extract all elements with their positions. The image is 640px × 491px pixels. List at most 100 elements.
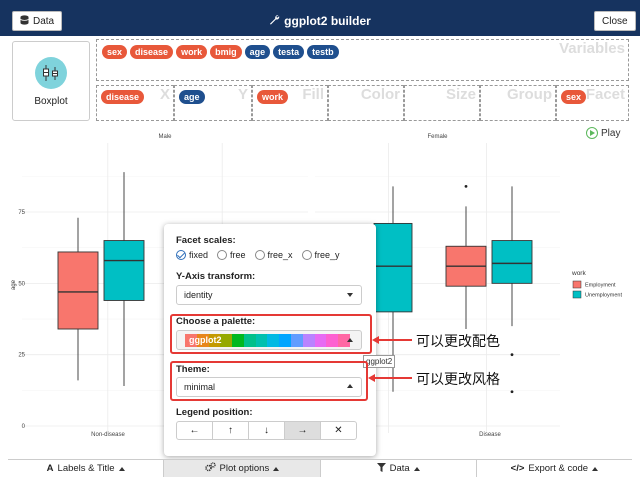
variables-dropzone[interactable]: Variables sex disease work bmig age test…: [96, 39, 629, 81]
legend-title: work: [571, 270, 586, 277]
y-transform-select[interactable]: identity: [176, 285, 362, 305]
tab-export-code-label: Export & code: [528, 463, 589, 474]
theme-highlight-box: [170, 361, 368, 401]
radio-free-y[interactable]: free_y: [301, 250, 340, 260]
facet-chip-sex[interactable]: sex: [561, 90, 587, 104]
variable-chip-bmig[interactable]: bmig: [210, 45, 242, 59]
variable-chips: sex disease work bmig age testa testb: [102, 45, 339, 59]
fill-chip-work[interactable]: work: [257, 90, 289, 104]
radio-free-x[interactable]: free_x: [254, 250, 293, 260]
app-title-text: ggplot2 builder: [284, 14, 371, 28]
box-iqr: [103, 240, 145, 301]
tab-data[interactable]: Data: [320, 460, 477, 477]
box-4: [445, 184, 487, 329]
caret-up-icon: [592, 466, 599, 471]
boxplot-icon: [35, 57, 67, 89]
theme-note: 可以更改风格: [416, 372, 500, 388]
outlier-point: [464, 184, 468, 188]
caret-up-icon: [118, 466, 125, 471]
radio-free[interactable]: free: [217, 250, 246, 260]
legend-top-button[interactable]: ↑: [212, 421, 249, 440]
bottom-tabs: A Labels & Title Plot options Data </> E…: [8, 459, 632, 477]
annotation-arrows: [368, 336, 412, 382]
variable-chip-work[interactable]: work: [176, 45, 208, 59]
x-tick-label: Disease: [479, 432, 501, 438]
group-dropzone[interactable]: Group: [480, 85, 556, 121]
variable-chip-disease[interactable]: disease: [130, 45, 174, 59]
tab-data-label: Data: [389, 463, 410, 474]
legend-right-button[interactable]: →: [284, 421, 321, 440]
facet-label-male: Male: [158, 134, 172, 140]
x-chip-disease[interactable]: disease: [101, 90, 145, 104]
x-tick-label: Non-disease: [91, 432, 125, 438]
fill-label: Fill: [302, 86, 324, 103]
size-label: Size: [445, 86, 476, 103]
variable-chip-sex[interactable]: sex: [102, 45, 128, 59]
font-icon: A: [46, 463, 54, 474]
gears-icon: [204, 462, 216, 475]
facet-label-female: Female: [427, 134, 448, 140]
radio-fixed[interactable]: fixed: [176, 250, 208, 260]
legend-left-button[interactable]: ←: [176, 421, 213, 440]
tab-labels-title[interactable]: A Labels & Title: [8, 460, 165, 477]
y-label: Y: [237, 86, 248, 103]
box-iqr: [491, 240, 533, 284]
caret-down-icon: [347, 293, 353, 297]
size-dropzone[interactable]: Size: [404, 85, 480, 121]
radio-dot: [217, 250, 228, 260]
app-header: Data ggplot2 builder Close: [0, 0, 640, 36]
y-dropzone[interactable]: Y age: [174, 85, 252, 121]
tab-plot-options[interactable]: Plot options: [164, 460, 321, 477]
y-transform-value: identity: [184, 290, 213, 300]
facet-scales-radios: fixed free free_x free_y: [176, 250, 340, 260]
palette-note: 可以更改配色: [416, 334, 500, 350]
y-tick-label: 25: [18, 353, 25, 359]
box-2: [103, 172, 145, 387]
code-icon: </>: [510, 463, 525, 474]
legend-bottom-button[interactable]: ↓: [248, 421, 285, 440]
close-button[interactable]: Close: [594, 11, 636, 31]
theme-arrow: [368, 374, 412, 382]
filter-icon: [376, 462, 386, 475]
x-dropzone[interactable]: X disease: [96, 85, 174, 121]
facet-scales-label: Facet scales:: [176, 235, 236, 246]
geom-label: Boxplot: [34, 96, 68, 107]
tab-plot-options-label: Plot options: [219, 463, 270, 474]
radio-free-y-label: free_y: [314, 250, 340, 260]
outlier-point: [510, 353, 514, 357]
y-axis-label: age: [11, 279, 17, 290]
color-label: Color: [360, 86, 400, 103]
group-label: Group: [507, 86, 552, 103]
caret-up-icon: [273, 466, 280, 471]
legend-position-buttons: ← ↑ ↓ → ✕: [176, 421, 357, 440]
radio-dot: [254, 250, 265, 260]
color-dropzone[interactable]: Color: [328, 85, 404, 121]
variable-chip-testa[interactable]: testa: [273, 45, 305, 59]
wrench-icon: [269, 14, 280, 28]
play-button[interactable]: Play: [586, 127, 620, 139]
palette-highlight-box: [170, 314, 372, 354]
box-1: [57, 217, 99, 381]
facet-label: Facet: [585, 86, 625, 103]
tab-export-code[interactable]: </> Export & code: [476, 460, 632, 477]
radio-fixed-label: fixed: [189, 250, 209, 260]
play-label: Play: [601, 127, 621, 139]
variable-chip-testb[interactable]: testb: [307, 45, 339, 59]
y-chip-age[interactable]: age: [179, 90, 205, 104]
legend-none-button[interactable]: ✕: [320, 421, 357, 440]
fill-dropzone[interactable]: Fill work: [252, 85, 328, 121]
radio-dot: [176, 250, 186, 260]
palette-arrow: [372, 336, 412, 344]
y-tick-label: 0: [22, 424, 26, 430]
variable-chip-age[interactable]: age: [244, 45, 271, 59]
y-transform-label: Y-Axis transform:: [176, 271, 256, 282]
geom-selector[interactable]: Boxplot: [12, 41, 90, 121]
app-title: ggplot2 builder: [0, 14, 640, 28]
legend-position-label: Legend position:: [176, 407, 253, 418]
facet-dropzone[interactable]: Facet sex: [556, 85, 629, 121]
legend-key: [572, 280, 582, 289]
close-button-label: Close: [602, 15, 628, 27]
variables-label: Variables: [559, 40, 625, 57]
y-tick-label: 50: [18, 281, 25, 287]
outlier-point: [510, 390, 514, 394]
